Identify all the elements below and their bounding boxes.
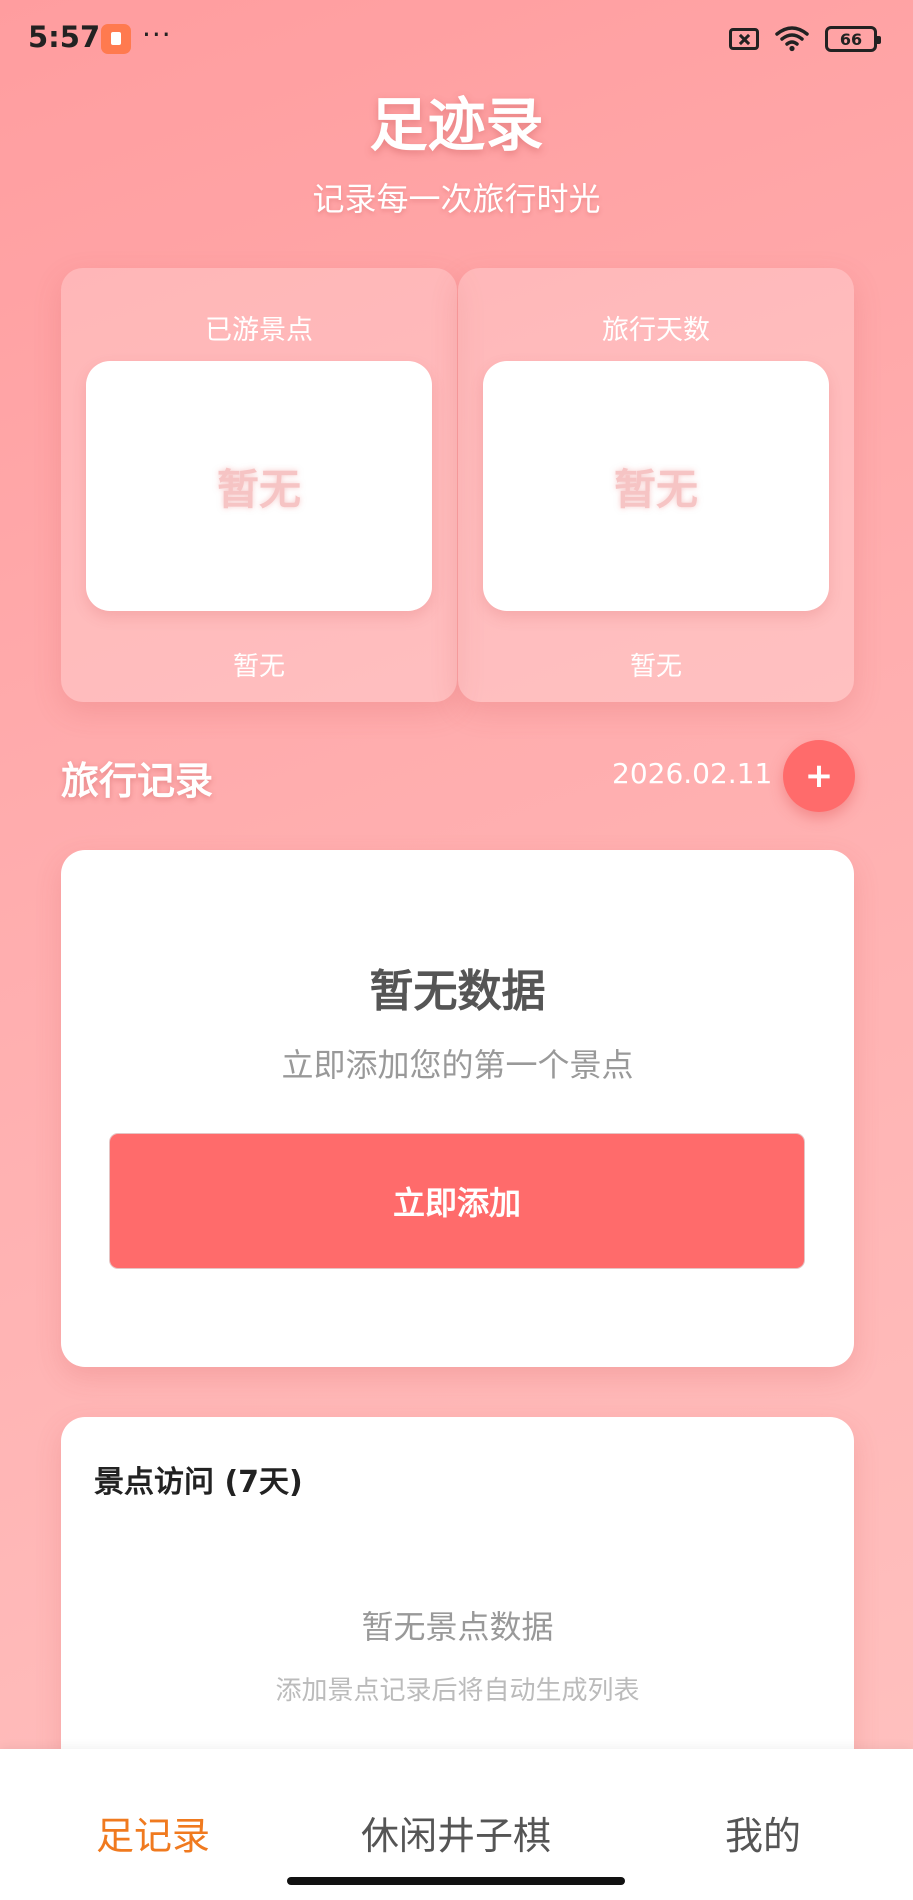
add-record-button[interactable]: + bbox=[783, 740, 855, 812]
spot-visits-title: 景点访问 (7天) bbox=[94, 1465, 303, 1500]
stat-value-box: 暂无 bbox=[483, 361, 829, 611]
stat-label: 旅行天数 bbox=[602, 315, 710, 346]
bottom-nav: 足记录 休闲井子棋 我的 bbox=[0, 1749, 913, 1900]
empty-state-title: 暂无数据 bbox=[369, 966, 546, 1017]
battery-icon: 66 bbox=[825, 26, 881, 52]
records-section-title: 旅行记录 bbox=[61, 759, 214, 803]
stat-value-box: 暂无 bbox=[86, 361, 432, 611]
stat-card-travel-days[interactable]: 旅行天数 暂无 暂无 bbox=[458, 268, 854, 702]
home-indicator[interactable] bbox=[287, 1877, 625, 1885]
stat-foot: 暂无 bbox=[232, 652, 285, 682]
wifi-icon bbox=[775, 26, 809, 52]
empty-state-subtitle: 立即添加您的第一个景点 bbox=[281, 1046, 634, 1084]
status-time: 5:57 bbox=[28, 20, 101, 54]
nav-item-mine[interactable]: 我的 bbox=[725, 1805, 801, 1860]
add-now-button[interactable]: 立即添加 bbox=[110, 1134, 804, 1268]
sim-off-icon bbox=[729, 28, 759, 50]
notification-app-icon bbox=[101, 24, 131, 54]
records-date: 2026.02.11 bbox=[612, 757, 773, 790]
status-icons: 66 bbox=[729, 24, 881, 54]
spot-visits-card: 景点访问 (7天) 暂无景点数据 添加景点记录后将自动生成列表 bbox=[61, 1417, 854, 1757]
empty-state-card: 暂无数据 立即添加您的第一个景点 立即添加 bbox=[61, 850, 854, 1367]
stat-label: 已游景点 bbox=[205, 315, 313, 346]
spot-visits-hint: 添加景点记录后将自动生成列表 bbox=[275, 1676, 640, 1706]
app-title: 足迹录 bbox=[369, 91, 544, 159]
stat-foot: 暂无 bbox=[629, 652, 682, 682]
stat-value: 暂无 bbox=[216, 464, 301, 514]
status-bar: 5:57 ··· 66 bbox=[0, 0, 913, 80]
more-notifications-icon: ··· bbox=[142, 18, 172, 51]
stat-card-visited-spots[interactable]: 已游景点 暂无 暂无 bbox=[61, 268, 457, 702]
stat-value: 暂无 bbox=[613, 464, 698, 514]
nav-item-tictactoe[interactable]: 休闲井子棋 bbox=[361, 1805, 551, 1860]
nav-item-footprints[interactable]: 足记录 bbox=[96, 1805, 210, 1860]
plus-icon: + bbox=[804, 756, 834, 796]
app-subtitle: 记录每一次旅行时光 bbox=[312, 180, 601, 218]
spot-visits-empty: 暂无景点数据 bbox=[361, 1608, 554, 1646]
